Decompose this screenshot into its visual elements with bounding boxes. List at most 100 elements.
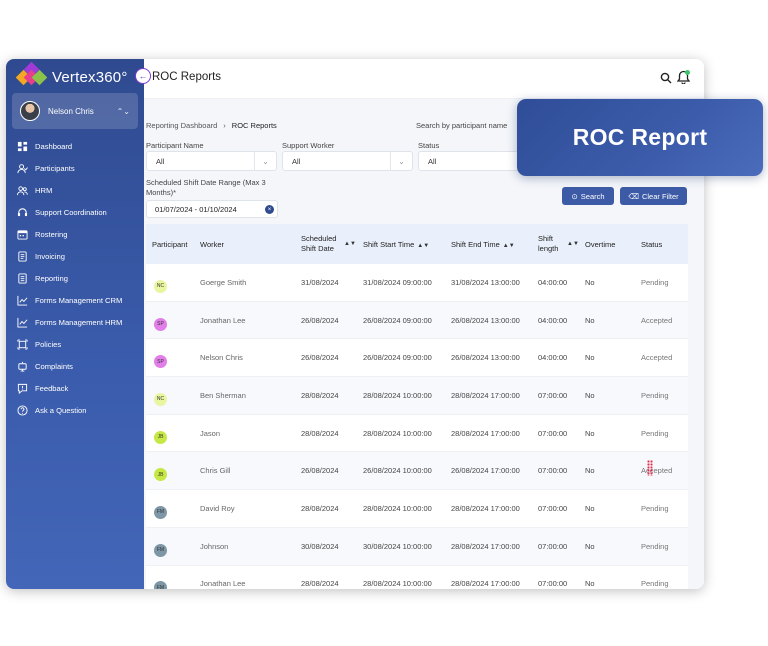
participant-initials-badge: SP — [154, 355, 167, 369]
date-range-input[interactable]: 01/07/2024 - 01/10/2024 × — [146, 200, 278, 218]
question-icon — [16, 404, 28, 416]
th-end[interactable]: Shift End Time ▲▼ — [451, 240, 538, 249]
sort-icon: ▲▼ — [344, 241, 356, 247]
table-row[interactable]: NC Goerge Smith 31/08/2024 31/08/2024 09:00… — [146, 264, 688, 302]
table-row[interactable]: SP Jonathan Lee 26/08/2024 26/08/2024 09:00… — [146, 301, 688, 340]
participant-badge: JB — [146, 423, 198, 444]
date-cell: 28/08/2024 — [301, 428, 339, 438]
status-cell: Accepted — [641, 315, 673, 325]
worker-cell: Jason — [200, 428, 221, 438]
complaints-icon — [16, 360, 28, 372]
table-row[interactable]: JB Jason 28/08/2024 28/08/2024 10:00:00 28/0… — [146, 415, 688, 453]
overtime-cell: No — [585, 277, 595, 287]
sidebar-item-forms-crm[interactable]: Forms Management CRM — [6, 289, 144, 311]
participant-select-value: All — [156, 156, 165, 166]
table-row[interactable]: NC Ben Sherman 28/08/2024 28/08/2024 10:00:… — [146, 377, 688, 415]
worker-cell: Ben Sherman — [200, 390, 246, 400]
sidebar-item-complaints[interactable]: Complaints — [6, 355, 144, 377]
end-cell: 26/08/2024 17:00:00 — [451, 466, 520, 476]
sidebar-item-hrm[interactable]: HRM — [6, 179, 144, 201]
sidebar-item-rostering[interactable]: Rostering — [6, 223, 144, 245]
start-cell: 28/08/2024 10:00:00 — [363, 503, 432, 513]
sidebar-item-reporting[interactable]: Reporting — [6, 267, 144, 289]
table-row[interactable]: JB Chris Gill 26/08/2024 26/08/2024 10:00:0… — [146, 452, 688, 491]
sort-icon: ▲▼ — [417, 242, 430, 249]
participants-icon — [16, 162, 28, 174]
worker-cell: Chris Gill — [200, 466, 231, 476]
sidebar-item-label: Reporting — [35, 273, 68, 283]
calendar-icon — [16, 228, 28, 240]
chevron-down-icon: ⌄ — [390, 152, 412, 170]
th-status: Status — [641, 239, 663, 249]
table-row[interactable]: FM Jonathan Lee 28/08/2024 28/08/2024 10:00… — [146, 566, 688, 589]
participant-badge: FM — [146, 573, 198, 589]
length-cell: 07:00:00 — [538, 579, 568, 589]
date-cell: 28/08/2024 — [301, 503, 339, 513]
th-date[interactable]: Scheduled Shift Date ▲▼ — [301, 234, 363, 254]
status-cell: Pending — [641, 390, 669, 400]
start-cell: 26/08/2024 10:00:00 — [363, 466, 432, 476]
participant-initials-badge: FM — [154, 543, 167, 557]
table-row[interactable]: FM David Roy 28/08/2024 28/08/2024 10:00:00… — [146, 490, 688, 528]
sidebar-item-support-coordination[interactable]: Support Coordination — [6, 201, 144, 223]
brand[interactable]: Vertex360° — [15, 61, 128, 89]
end-cell: 28/08/2024 17:00:00 — [451, 503, 520, 513]
worker-label: Support Worker — [282, 141, 335, 150]
chevron-updown-icon: ⌃⌄ — [116, 106, 130, 116]
sidebar-item-policies[interactable]: Policies — [6, 333, 144, 355]
sort-icon: ▲▼ — [502, 242, 515, 249]
date-range-value: 01/07/2024 - 01/10/2024 — [155, 204, 237, 214]
sidebar-item-label: Participants — [35, 163, 75, 173]
status-cell: Accepted — [641, 353, 673, 363]
end-cell: 28/08/2024 17:00:00 — [451, 541, 520, 551]
top-bar: ROC Reports — [144, 59, 704, 99]
worker-select[interactable]: All ⌄ — [282, 151, 413, 171]
search-button[interactable]: ⊙ Search — [562, 187, 614, 205]
participant-badge: NC — [146, 272, 198, 293]
sidebar-item-participants[interactable]: Participants — [6, 157, 144, 179]
participant-initials-badge: JB — [154, 430, 167, 444]
user-switcher[interactable]: Nelson Chris ⌃⌄ — [12, 93, 138, 129]
date-cell: 26/08/2024 — [301, 353, 339, 363]
end-cell: 28/08/2024 17:00:00 — [451, 579, 520, 589]
card-title: ROC Report — [572, 124, 708, 150]
notification-dot — [685, 70, 690, 75]
sidebar-item-invoicing[interactable]: Invoicing — [6, 245, 144, 267]
th-length[interactable]: Shift length ▲▼ — [538, 234, 585, 254]
search-icon[interactable] — [660, 72, 672, 84]
sidebar-item-feedback[interactable]: Feedback — [6, 377, 144, 399]
sidebar-item-label: Rostering — [35, 229, 68, 239]
date-range-label: Scheduled Shift Date Range (Max 3 Months… — [146, 178, 266, 197]
status-select[interactable]: All — [418, 151, 528, 171]
sidebar-item-ask-question[interactable]: Ask a Question — [6, 399, 144, 421]
participant-badge: FM — [146, 536, 198, 557]
breadcrumb-root[interactable]: Reporting Dashboard — [146, 121, 217, 130]
clear-filter-button[interactable]: ⌫ Clear Filter — [620, 187, 687, 205]
sidebar-item-label: Support Coordination — [35, 207, 107, 217]
end-cell: 26/08/2024 13:00:00 — [451, 353, 520, 363]
table-row[interactable]: FM Johnson 30/08/2024 30/08/2024 10:00:00 28… — [146, 527, 688, 566]
date-cell: 26/08/2024 — [301, 315, 339, 325]
breadcrumb-current: ROC Reports — [231, 121, 277, 130]
sidebar-menu: Dashboard Participants HRM Support Coord… — [6, 135, 144, 421]
participant-initials-badge: JB — [154, 468, 167, 482]
start-cell: 28/08/2024 10:00:00 — [363, 579, 432, 589]
date-cell: 31/08/2024 — [301, 277, 339, 287]
th-overtime: Overtime — [585, 239, 616, 249]
th-start[interactable]: Shift Start Time ▲▼ — [363, 240, 451, 249]
sidebar-item-forms-hrm[interactable]: Forms Management HRM — [6, 311, 144, 333]
participant-select[interactable]: All ⌄ — [146, 151, 277, 171]
date-cell: 28/08/2024 — [301, 579, 339, 589]
user-name: Nelson Chris — [48, 106, 94, 116]
sidebar-item-label: Forms Management HRM — [35, 317, 123, 327]
table-row[interactable]: SP Nelson Chris 26/08/2024 26/08/2024 09:00… — [146, 339, 688, 378]
sidebar-item-dashboard[interactable]: Dashboard — [6, 135, 144, 157]
worker-cell: Johnson — [200, 541, 229, 551]
date-cell: 26/08/2024 — [301, 466, 339, 476]
support-icon — [16, 206, 28, 218]
worker-cell: Goerge Smith — [200, 277, 247, 287]
clear-date-icon[interactable]: × — [265, 205, 274, 214]
collapse-sidebar-button[interactable]: ← — [135, 68, 151, 84]
sidebar-item-label: Complaints — [35, 361, 73, 371]
sort-icon: ▲▼ — [567, 241, 579, 247]
